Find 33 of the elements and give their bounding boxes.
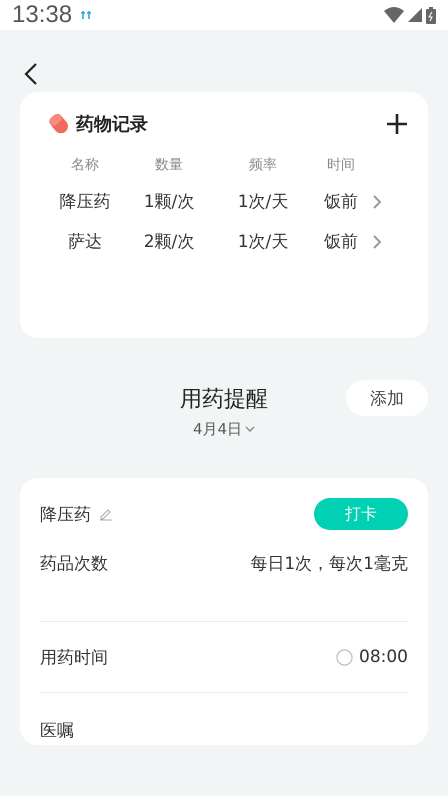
circle-icon <box>336 648 353 666</box>
signal-icon <box>408 8 422 22</box>
row-label: 医嘱 <box>40 720 74 742</box>
date-selector[interactable]: 4月4日 <box>192 420 242 439</box>
add-button[interactable]: 添加 <box>346 380 428 416</box>
column-header: 频率 <box>248 156 278 175</box>
table-cell-text: 1次/天 <box>236 191 290 214</box>
row-label: 用药时间 <box>40 646 108 668</box>
table-cell-text: 1颗/次 <box>142 191 196 214</box>
edit-icon[interactable] <box>99 507 113 521</box>
row-value: 每日1次，每次1毫克 <box>250 553 408 575</box>
status-time: 13:38 <box>12 1 72 29</box>
wifi-icon <box>384 7 404 23</box>
chevron-right-icon[interactable] <box>372 195 381 209</box>
medicine-name: 降压药 <box>40 504 91 526</box>
column-header: 数量 <box>154 156 184 175</box>
table-cell-text: 饭前 <box>323 191 359 214</box>
card-title: 药物记录 <box>76 113 148 136</box>
battery-icon <box>426 6 436 24</box>
chevron-down-icon[interactable] <box>245 426 256 433</box>
back-icon[interactable] <box>22 62 40 86</box>
time-value: 08:00 <box>359 647 408 667</box>
section-title: 用药提醒 <box>180 386 268 414</box>
chevron-right-icon[interactable] <box>372 235 381 249</box>
table-cell-text: 饭前 <box>323 231 359 254</box>
plus-icon[interactable] <box>386 113 408 135</box>
table-cell-text: 2颗/次 <box>142 231 196 254</box>
row-label: 药品次数 <box>40 553 108 575</box>
column-header: 时间 <box>326 156 356 175</box>
column-header: 名称 <box>70 156 100 175</box>
table-cell-text: 萨达 <box>67 231 103 254</box>
table-cell-text: 降压药 <box>58 191 112 214</box>
table-cell-text: 1次/天 <box>236 231 290 254</box>
